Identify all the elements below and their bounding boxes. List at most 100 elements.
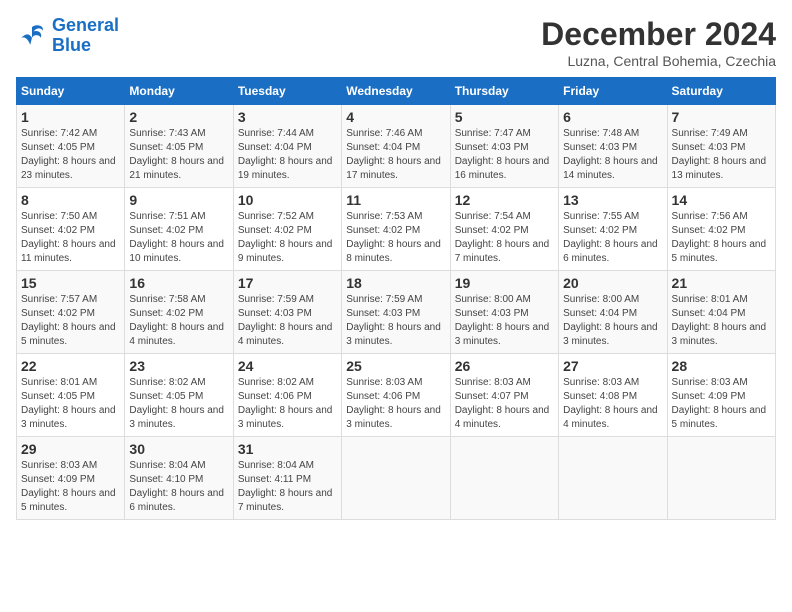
day-number: 24 — [238, 358, 337, 374]
day-info: Sunrise: 7:48 AM Sunset: 4:03 PM Dayligh… — [563, 127, 662, 183]
day-number: 18 — [346, 275, 445, 291]
daylight: Daylight: 8 hours and 3 minutes. — [563, 321, 662, 349]
weekday-header: Friday — [559, 78, 667, 105]
day-info: Sunrise: 7:44 AM Sunset: 4:04 PM Dayligh… — [238, 127, 337, 183]
title-block: December 2024 Luzna, Central Bohemia, Cz… — [541, 16, 776, 69]
day-number: 19 — [455, 275, 554, 291]
daylight: Daylight: 8 hours and 19 minutes. — [238, 155, 337, 183]
calendar-day-cell: 6 Sunrise: 7:48 AM Sunset: 4:03 PM Dayli… — [559, 105, 667, 188]
weekday-header: Sunday — [17, 78, 125, 105]
daylight: Daylight: 8 hours and 4 minutes. — [238, 321, 337, 349]
sunset: Sunset: 4:07 PM — [455, 390, 554, 404]
daylight: Daylight: 8 hours and 11 minutes. — [21, 238, 120, 266]
day-info: Sunrise: 8:02 AM Sunset: 4:06 PM Dayligh… — [238, 376, 337, 432]
calendar-day-cell: 13 Sunrise: 7:55 AM Sunset: 4:02 PM Dayl… — [559, 188, 667, 271]
sunset: Sunset: 4:08 PM — [563, 390, 662, 404]
sunset: Sunset: 4:05 PM — [129, 141, 228, 155]
sunrise: Sunrise: 7:46 AM — [346, 127, 445, 141]
sunrise: Sunrise: 7:59 AM — [238, 293, 337, 307]
calendar-day-cell: 15 Sunrise: 7:57 AM Sunset: 4:02 PM Dayl… — [17, 271, 125, 354]
day-number: 20 — [563, 275, 662, 291]
sunset: Sunset: 4:02 PM — [129, 307, 228, 321]
sunrise: Sunrise: 7:53 AM — [346, 210, 445, 224]
sunset: Sunset: 4:05 PM — [129, 390, 228, 404]
sunrise: Sunrise: 7:54 AM — [455, 210, 554, 224]
day-info: Sunrise: 7:59 AM Sunset: 4:03 PM Dayligh… — [346, 293, 445, 349]
day-number: 9 — [129, 192, 228, 208]
weekday-header: Monday — [125, 78, 233, 105]
day-info: Sunrise: 7:51 AM Sunset: 4:02 PM Dayligh… — [129, 210, 228, 266]
sunrise: Sunrise: 7:58 AM — [129, 293, 228, 307]
calendar-day-cell: 31 Sunrise: 8:04 AM Sunset: 4:11 PM Dayl… — [233, 437, 341, 520]
sunrise: Sunrise: 8:03 AM — [346, 376, 445, 390]
day-number: 1 — [21, 109, 120, 125]
daylight: Daylight: 8 hours and 3 minutes. — [455, 321, 554, 349]
daylight: Daylight: 8 hours and 3 minutes. — [129, 404, 228, 432]
calendar-day-cell: 14 Sunrise: 7:56 AM Sunset: 4:02 PM Dayl… — [667, 188, 775, 271]
sunrise: Sunrise: 7:51 AM — [129, 210, 228, 224]
logo-text: General Blue — [52, 16, 119, 56]
sunset: Sunset: 4:02 PM — [672, 224, 771, 238]
calendar-day-cell: 5 Sunrise: 7:47 AM Sunset: 4:03 PM Dayli… — [450, 105, 558, 188]
day-info: Sunrise: 8:03 AM Sunset: 4:08 PM Dayligh… — [563, 376, 662, 432]
day-info: Sunrise: 7:42 AM Sunset: 4:05 PM Dayligh… — [21, 127, 120, 183]
calendar-day-cell: 9 Sunrise: 7:51 AM Sunset: 4:02 PM Dayli… — [125, 188, 233, 271]
sunrise: Sunrise: 8:00 AM — [563, 293, 662, 307]
page-header: General Blue December 2024 Luzna, Centra… — [16, 16, 776, 69]
day-number: 3 — [238, 109, 337, 125]
sunset: Sunset: 4:05 PM — [21, 141, 120, 155]
location: Luzna, Central Bohemia, Czechia — [541, 53, 776, 69]
calendar-day-cell: 10 Sunrise: 7:52 AM Sunset: 4:02 PM Dayl… — [233, 188, 341, 271]
sunset: Sunset: 4:10 PM — [129, 473, 228, 487]
weekday-header-row: SundayMondayTuesdayWednesdayThursdayFrid… — [17, 78, 776, 105]
daylight: Daylight: 8 hours and 5 minutes. — [21, 487, 120, 515]
calendar-day-cell — [667, 437, 775, 520]
calendar-week-row: 29 Sunrise: 8:03 AM Sunset: 4:09 PM Dayl… — [17, 437, 776, 520]
day-info: Sunrise: 7:49 AM Sunset: 4:03 PM Dayligh… — [672, 127, 771, 183]
day-number: 31 — [238, 441, 337, 457]
day-info: Sunrise: 8:01 AM Sunset: 4:04 PM Dayligh… — [672, 293, 771, 349]
sunrise: Sunrise: 8:03 AM — [563, 376, 662, 390]
sunrise: Sunrise: 7:49 AM — [672, 127, 771, 141]
weekday-header: Wednesday — [342, 78, 450, 105]
sunrise: Sunrise: 8:01 AM — [21, 376, 120, 390]
day-number: 13 — [563, 192, 662, 208]
sunset: Sunset: 4:09 PM — [672, 390, 771, 404]
day-info: Sunrise: 8:00 AM Sunset: 4:03 PM Dayligh… — [455, 293, 554, 349]
daylight: Daylight: 8 hours and 13 minutes. — [672, 155, 771, 183]
day-number: 5 — [455, 109, 554, 125]
day-info: Sunrise: 7:53 AM Sunset: 4:02 PM Dayligh… — [346, 210, 445, 266]
sunrise: Sunrise: 7:43 AM — [129, 127, 228, 141]
daylight: Daylight: 8 hours and 21 minutes. — [129, 155, 228, 183]
sunset: Sunset: 4:03 PM — [455, 307, 554, 321]
calendar-day-cell: 1 Sunrise: 7:42 AM Sunset: 4:05 PM Dayli… — [17, 105, 125, 188]
day-number: 17 — [238, 275, 337, 291]
weekday-header: Thursday — [450, 78, 558, 105]
calendar-day-cell: 26 Sunrise: 8:03 AM Sunset: 4:07 PM Dayl… — [450, 354, 558, 437]
sunrise: Sunrise: 7:47 AM — [455, 127, 554, 141]
daylight: Daylight: 8 hours and 5 minutes. — [21, 321, 120, 349]
sunset: Sunset: 4:02 PM — [238, 224, 337, 238]
daylight: Daylight: 8 hours and 10 minutes. — [129, 238, 228, 266]
daylight: Daylight: 8 hours and 4 minutes. — [563, 404, 662, 432]
day-info: Sunrise: 7:50 AM Sunset: 4:02 PM Dayligh… — [21, 210, 120, 266]
day-number: 6 — [563, 109, 662, 125]
calendar-day-cell: 18 Sunrise: 7:59 AM Sunset: 4:03 PM Dayl… — [342, 271, 450, 354]
daylight: Daylight: 8 hours and 6 minutes. — [129, 487, 228, 515]
sunset: Sunset: 4:06 PM — [238, 390, 337, 404]
day-number: 23 — [129, 358, 228, 374]
day-info: Sunrise: 7:57 AM Sunset: 4:02 PM Dayligh… — [21, 293, 120, 349]
calendar-day-cell: 28 Sunrise: 8:03 AM Sunset: 4:09 PM Dayl… — [667, 354, 775, 437]
calendar-day-cell: 4 Sunrise: 7:46 AM Sunset: 4:04 PM Dayli… — [342, 105, 450, 188]
calendar-day-cell: 17 Sunrise: 7:59 AM Sunset: 4:03 PM Dayl… — [233, 271, 341, 354]
sunrise: Sunrise: 8:03 AM — [672, 376, 771, 390]
day-info: Sunrise: 7:52 AM Sunset: 4:02 PM Dayligh… — [238, 210, 337, 266]
calendar-day-cell: 23 Sunrise: 8:02 AM Sunset: 4:05 PM Dayl… — [125, 354, 233, 437]
sunrise: Sunrise: 8:03 AM — [455, 376, 554, 390]
calendar-table: SundayMondayTuesdayWednesdayThursdayFrid… — [16, 77, 776, 520]
sunset: Sunset: 4:05 PM — [21, 390, 120, 404]
sunset: Sunset: 4:02 PM — [455, 224, 554, 238]
sunset: Sunset: 4:04 PM — [672, 307, 771, 321]
day-info: Sunrise: 8:04 AM Sunset: 4:10 PM Dayligh… — [129, 459, 228, 515]
daylight: Daylight: 8 hours and 3 minutes. — [238, 404, 337, 432]
